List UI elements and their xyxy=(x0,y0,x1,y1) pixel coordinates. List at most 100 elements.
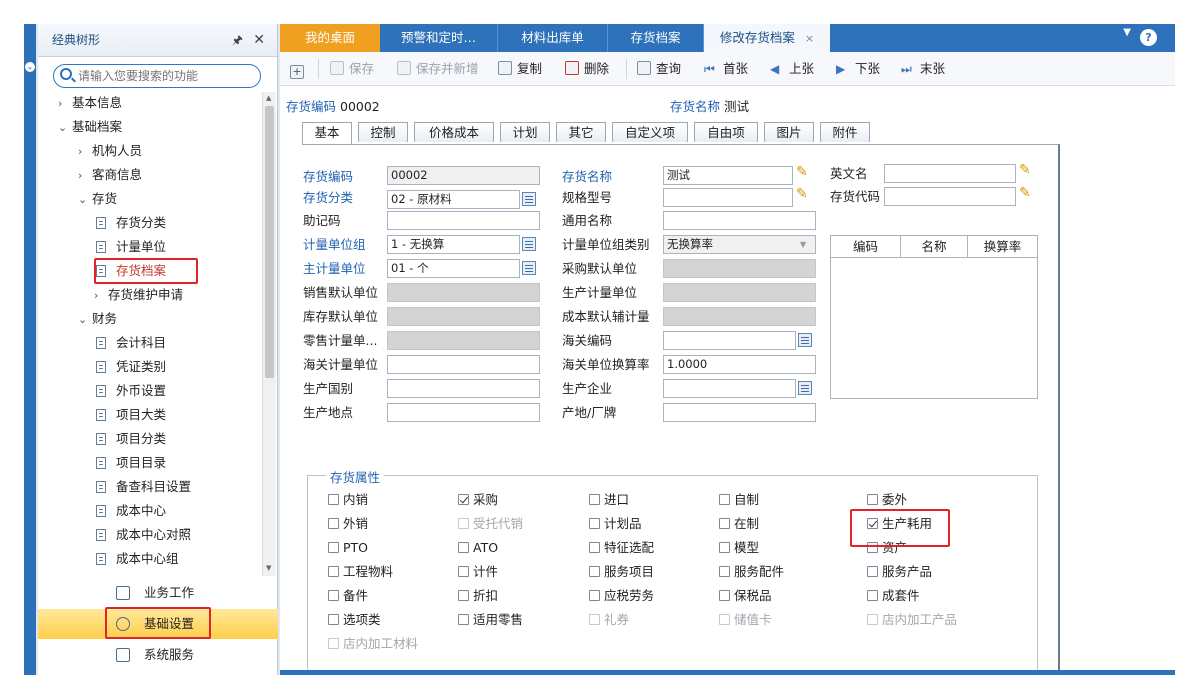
production-place-field[interactable] xyxy=(387,403,540,422)
tree-node-base-archive[interactable]: ⌄ 基础档案 xyxy=(58,116,122,138)
tree-node-cost-center-map[interactable]: 成本中心对照 xyxy=(96,524,191,546)
checkbox-icon[interactable] xyxy=(719,494,730,505)
cost-aux-unit-field[interactable] xyxy=(663,307,816,326)
subtab-attachment[interactable]: 附件 xyxy=(820,122,870,142)
collapse-arrow-icon[interactable]: ⌄ xyxy=(58,117,72,139)
reference-icon[interactable] xyxy=(522,261,536,275)
origin-country-field[interactable] xyxy=(387,379,540,398)
tree-node-project-class[interactable]: 项目分类 xyxy=(96,428,166,450)
tab-inventory-archive[interactable]: 存货档案 xyxy=(608,24,704,52)
checkbox-icon[interactable] xyxy=(328,542,339,553)
attribute-checkbox[interactable]: 计件 xyxy=(458,564,498,580)
attribute-checkbox[interactable]: 折扣 xyxy=(458,588,498,604)
checkbox-icon[interactable] xyxy=(719,566,730,577)
attribute-checkbox[interactable]: 服务产品 xyxy=(867,564,932,580)
unit-rate-grid[interactable]: 编码 名称 换算率 xyxy=(830,235,1038,399)
tree-scrollbar[interactable]: ▲ ▼ xyxy=(262,92,276,576)
tab-desktop[interactable]: 我的桌面 xyxy=(280,24,380,52)
search-box[interactable] xyxy=(53,64,261,88)
unit-group-field[interactable]: 1 - 无换算 xyxy=(387,235,520,254)
pencil-icon[interactable]: ✎ xyxy=(796,186,808,202)
attribute-checkbox[interactable]: 在制 xyxy=(719,516,759,532)
tree-node-currency[interactable]: 外币设置 xyxy=(96,380,166,402)
tree-node-cost-center[interactable]: 成本中心 xyxy=(96,500,166,522)
attribute-checkbox[interactable]: ATO xyxy=(458,540,498,556)
tree-node-inventory-class[interactable]: 存货分类 xyxy=(96,212,166,234)
help-icon[interactable]: ? xyxy=(1140,29,1157,46)
checkbox-icon[interactable] xyxy=(328,566,339,577)
pencil-icon[interactable]: ✎ xyxy=(1019,162,1031,178)
checkbox-icon[interactable] xyxy=(328,614,339,625)
tree-node-unit[interactable]: 计量单位 xyxy=(96,236,166,258)
checkbox-icon[interactable] xyxy=(867,494,878,505)
tree-node-inventory[interactable]: ⌄ 存货 xyxy=(78,188,117,210)
next-button[interactable]: ▶ 下张 xyxy=(836,60,880,78)
module-system-service[interactable]: 系统服务 xyxy=(38,640,278,670)
purchase-unit-field[interactable] xyxy=(663,259,816,278)
collapse-icon[interactable]: ⌄ xyxy=(25,62,35,72)
subtab-custom[interactable]: 自定义项 xyxy=(612,122,688,142)
tree-node-project-list[interactable]: 项目目录 xyxy=(96,452,166,474)
inventory-alias-field[interactable] xyxy=(884,187,1016,206)
checkbox-icon[interactable] xyxy=(719,542,730,553)
expand-icon[interactable]: › xyxy=(78,165,92,187)
tree-node-basic-info[interactable]: › 基本信息 xyxy=(58,92,122,114)
pencil-icon[interactable]: ✎ xyxy=(796,164,808,180)
delete-button[interactable]: 删除 xyxy=(565,60,609,78)
attribute-checkbox[interactable]: PTO xyxy=(328,540,368,556)
checkbox-icon[interactable] xyxy=(589,494,600,505)
attribute-checkbox[interactable]: 外销 xyxy=(328,516,368,532)
tree-node-memo-account[interactable]: 备查科目设置 xyxy=(96,476,191,498)
save-button[interactable]: 保存 xyxy=(330,60,374,78)
copy-button[interactable]: 复制 xyxy=(498,60,542,78)
pin-icon[interactable]: 🖈 xyxy=(232,24,243,57)
pencil-icon[interactable]: ✎ xyxy=(1019,185,1031,201)
subtab-plan[interactable]: 计划 xyxy=(500,122,550,142)
english-name-field[interactable] xyxy=(884,164,1016,183)
tree-node-account[interactable]: 会计科目 xyxy=(96,332,166,354)
customs-rate-field[interactable]: 1.0000 xyxy=(663,355,816,374)
customs-unit-field[interactable] xyxy=(387,355,540,374)
tree-node-voucher[interactable]: 凭证类别 xyxy=(96,356,166,378)
checkbox-icon[interactable] xyxy=(589,590,600,601)
query-button[interactable]: 查询 xyxy=(637,60,681,78)
mnemonic-field[interactable] xyxy=(387,211,540,230)
scroll-down-icon[interactable]: ▼ xyxy=(266,564,271,572)
attribute-checkbox[interactable]: 采购 xyxy=(458,492,498,508)
first-button[interactable]: ⏮ 首张 xyxy=(704,60,748,78)
attribute-checkbox[interactable]: 选项类 xyxy=(328,612,381,628)
unit-group-type-select[interactable]: 无换算率 xyxy=(663,235,816,254)
spec-field[interactable] xyxy=(663,188,793,207)
tree-node-cost-center-group[interactable]: 成本中心组 xyxy=(96,548,179,570)
tree-node-finance[interactable]: ⌄ 财务 xyxy=(78,308,117,330)
checkbox-icon[interactable] xyxy=(589,542,600,553)
reference-icon[interactable] xyxy=(522,237,536,251)
attribute-checkbox[interactable]: 自制 xyxy=(719,492,759,508)
attribute-checkbox[interactable]: 备件 xyxy=(328,588,368,604)
checkbox-icon[interactable] xyxy=(328,494,339,505)
checkbox-icon[interactable] xyxy=(458,590,469,601)
brand-field[interactable] xyxy=(663,403,816,422)
subtab-free[interactable]: 自由项 xyxy=(694,122,758,142)
reference-icon[interactable] xyxy=(522,192,536,206)
checkbox-icon[interactable] xyxy=(458,614,469,625)
tree-node-customer[interactable]: › 客商信息 xyxy=(78,164,142,186)
module-business[interactable]: 业务工作 xyxy=(38,578,278,608)
subtab-other[interactable]: 其它 xyxy=(556,122,606,142)
attribute-checkbox[interactable]: 适用零售 xyxy=(458,612,523,628)
attribute-checkbox[interactable]: 工程物料 xyxy=(328,564,393,580)
checkbox-icon[interactable] xyxy=(867,566,878,577)
chevron-down-icon[interactable]: ▼ xyxy=(1123,27,1131,38)
inventory-name-field[interactable]: 测试 xyxy=(663,166,793,185)
attribute-checkbox[interactable]: 模型 xyxy=(719,540,759,556)
tab-material-out[interactable]: 材料出库单 xyxy=(498,24,608,52)
collapse-arrow-icon[interactable]: ⌄ xyxy=(78,189,92,211)
subtab-price-cost[interactable]: 价格成本 xyxy=(414,122,494,142)
attribute-checkbox[interactable]: 委外 xyxy=(867,492,907,508)
checkbox-icon[interactable] xyxy=(867,590,878,601)
attribute-checkbox[interactable]: 成套件 xyxy=(867,588,920,604)
checkbox-icon[interactable] xyxy=(589,566,600,577)
expand-icon[interactable]: › xyxy=(94,285,108,307)
checkbox-icon[interactable] xyxy=(458,542,469,553)
attribute-checkbox[interactable]: 特征选配 xyxy=(589,540,654,556)
